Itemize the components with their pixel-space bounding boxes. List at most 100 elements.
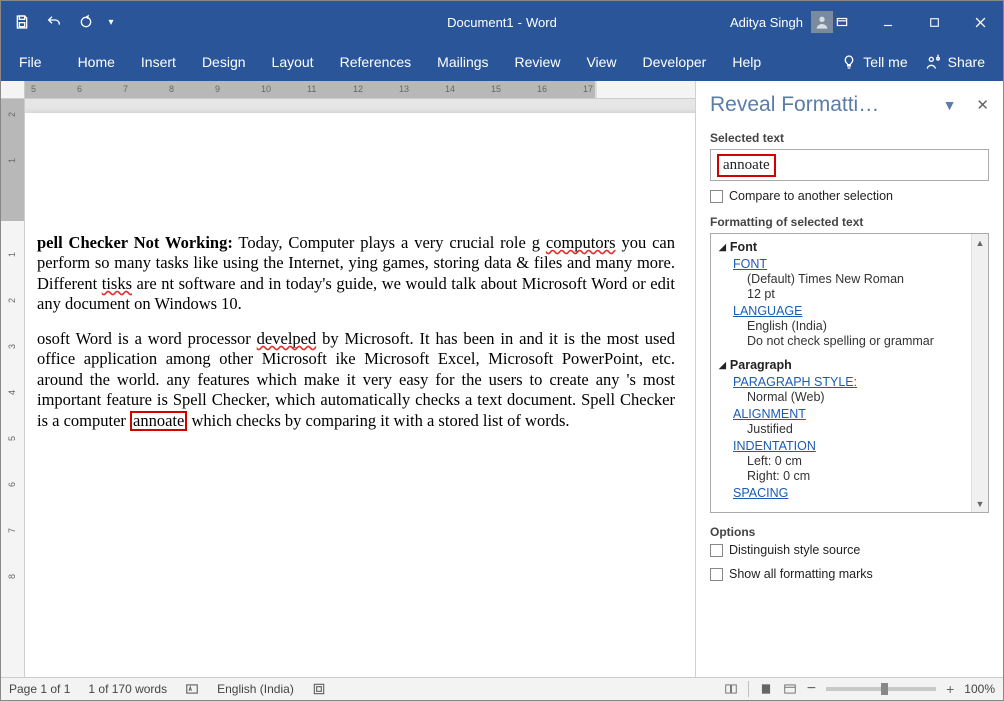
indent-right: Right: 0 cm	[747, 469, 986, 483]
paragraph-1[interactable]: pell Checker Not Working: Today, Compute…	[37, 233, 675, 315]
font-value: (Default) Times New Roman	[747, 272, 986, 286]
tell-me[interactable]: Tell me	[841, 54, 907, 70]
scrollbar[interactable]: ▲ ▼	[971, 234, 988, 512]
pane-header: Reveal Formatti… ▼ ✕	[710, 89, 989, 129]
ruler-vertical[interactable]: 2 1 1 2 3 4 5 6 7 8	[1, 99, 25, 677]
tab-developer[interactable]: Developer	[643, 50, 707, 74]
scroll-down-icon[interactable]: ▼	[972, 495, 988, 512]
zoom-slider[interactable]	[826, 687, 936, 691]
ruler-h-track: 5 6 7 8 9 10 11 12 13 14 15 16 17	[25, 81, 695, 98]
app-name: Word	[526, 15, 557, 30]
window-controls	[819, 1, 1003, 43]
page[interactable]: pell Checker Not Working: Today, Compute…	[25, 113, 695, 677]
tab-mailings[interactable]: Mailings	[437, 50, 488, 74]
titlebar: ▾ Document1 - Word Aditya Singh	[1, 1, 1003, 43]
scroll-up-icon[interactable]: ▲	[972, 234, 988, 251]
collapse-icon[interactable]: ◢	[719, 360, 726, 371]
language-extra: Do not check spelling or grammar	[747, 334, 986, 348]
minimize-icon	[881, 15, 895, 29]
redo-icon	[78, 14, 94, 30]
user-area[interactable]: Aditya Singh	[730, 11, 833, 33]
formatting-label: Formatting of selected text	[710, 215, 989, 229]
status-words[interactable]: 1 of 170 words	[88, 682, 167, 696]
read-mode-icon[interactable]	[724, 682, 738, 696]
status-right: − + 100%	[724, 680, 995, 698]
alignment-value: Justified	[747, 422, 986, 436]
reveal-formatting-pane: Reveal Formatti… ▼ ✕ Selected text annoa…	[696, 81, 1003, 677]
statusbar: Page 1 of 1 1 of 170 words English (Indi…	[1, 677, 1003, 700]
tab-help[interactable]: Help	[732, 50, 761, 74]
save-icon	[14, 14, 30, 30]
font-section[interactable]: ◢Font	[719, 240, 986, 254]
minimize-button[interactable]	[865, 1, 911, 43]
opt-distinguish[interactable]: Distinguish style source	[710, 543, 989, 557]
tab-design[interactable]: Design	[202, 50, 246, 74]
share-button[interactable]: Share	[926, 54, 985, 70]
qat-more-button[interactable]: ▾	[103, 8, 119, 36]
language-link[interactable]: LANGUAGE	[733, 304, 986, 318]
zoom-in-button[interactable]: +	[946, 681, 954, 697]
zoom-value[interactable]: 100%	[964, 682, 995, 696]
ribbon-display-button[interactable]	[819, 1, 865, 43]
quick-access-toolbar: ▾	[7, 8, 119, 36]
font-link[interactable]: FONT	[733, 257, 986, 271]
paragraph-section[interactable]: ◢Paragraph	[719, 358, 986, 372]
close-button[interactable]	[957, 1, 1003, 43]
checkbox-icon[interactable]	[710, 544, 723, 557]
close-icon	[973, 15, 988, 30]
paragraph-2[interactable]: osoft Word is a word processor develped …	[37, 329, 675, 431]
alignment-link[interactable]: ALIGNMENT	[733, 407, 986, 421]
lightbulb-icon	[841, 54, 857, 70]
macro-icon[interactable]	[312, 682, 326, 696]
spacing-link[interactable]: SPACING	[733, 486, 986, 500]
formatting-list[interactable]: ▲ ▼ ◢Font FONT (Default) Times New Roman…	[710, 233, 989, 513]
tab-insert[interactable]: Insert	[141, 50, 176, 74]
checkbox-icon[interactable]	[710, 568, 723, 581]
indentation-link[interactable]: INDENTATION	[733, 439, 986, 453]
spellcheck-icon[interactable]	[185, 682, 199, 696]
language-value: English (India)	[747, 319, 986, 333]
collapse-icon[interactable]: ◢	[719, 242, 726, 253]
ribbon-display-icon	[835, 15, 849, 29]
maximize-button[interactable]	[911, 1, 957, 43]
pane-close-button[interactable]: ✕	[976, 96, 989, 114]
title-center: Document1 - Word	[447, 15, 557, 30]
tab-file[interactable]: File	[19, 50, 42, 74]
tab-layout[interactable]: Layout	[272, 50, 314, 74]
tab-references[interactable]: References	[340, 50, 412, 74]
zoom-out-button[interactable]: −	[807, 680, 816, 698]
undo-button[interactable]	[39, 8, 69, 36]
status-lang[interactable]: English (India)	[217, 682, 294, 696]
indent-left: Left: 0 cm	[747, 454, 986, 468]
undo-icon	[46, 14, 62, 30]
spellerror-tisks[interactable]: tisks	[102, 274, 132, 293]
pane-title: Reveal Formatti…	[710, 93, 943, 117]
user-name: Aditya Singh	[730, 15, 803, 30]
paragraph-style-link[interactable]: PARAGRAPH STYLE:	[733, 375, 986, 389]
ruler-horizontal[interactable]: 5 6 7 8 9 10 11 12 13 14 15 16 17	[1, 81, 695, 99]
tab-view[interactable]: View	[586, 50, 616, 74]
share-icon	[926, 54, 942, 70]
tab-home[interactable]: Home	[78, 50, 115, 74]
save-button[interactable]	[7, 8, 37, 36]
tab-review[interactable]: Review	[515, 50, 561, 74]
options-label: Options	[710, 525, 989, 539]
checkbox-icon[interactable]	[710, 190, 723, 203]
font-size-value: 12 pt	[747, 287, 986, 301]
spellerror-computors[interactable]: computors	[546, 233, 616, 252]
selected-text-box: annoate	[710, 149, 989, 181]
zoom-knob[interactable]	[881, 683, 888, 695]
page-surface[interactable]: pell Checker Not Working: Today, Compute…	[25, 99, 695, 677]
pane-dropdown[interactable]: ▼	[943, 97, 957, 113]
print-layout-icon[interactable]	[759, 682, 773, 696]
highlighted-annoate[interactable]: annoate	[130, 411, 187, 432]
compare-checkbox-row[interactable]: Compare to another selection	[710, 189, 989, 203]
redo-button[interactable]	[71, 8, 101, 36]
paragraph-style-value: Normal (Web)	[747, 390, 986, 404]
ribbon-extra: Tell me Share	[841, 54, 985, 70]
status-page[interactable]: Page 1 of 1	[9, 682, 70, 696]
options-area: Options Distinguish style source Show al…	[710, 523, 989, 591]
opt-show-marks[interactable]: Show all formatting marks	[710, 567, 989, 581]
spellerror-develped[interactable]: develped	[257, 329, 317, 348]
web-layout-icon[interactable]	[783, 682, 797, 696]
